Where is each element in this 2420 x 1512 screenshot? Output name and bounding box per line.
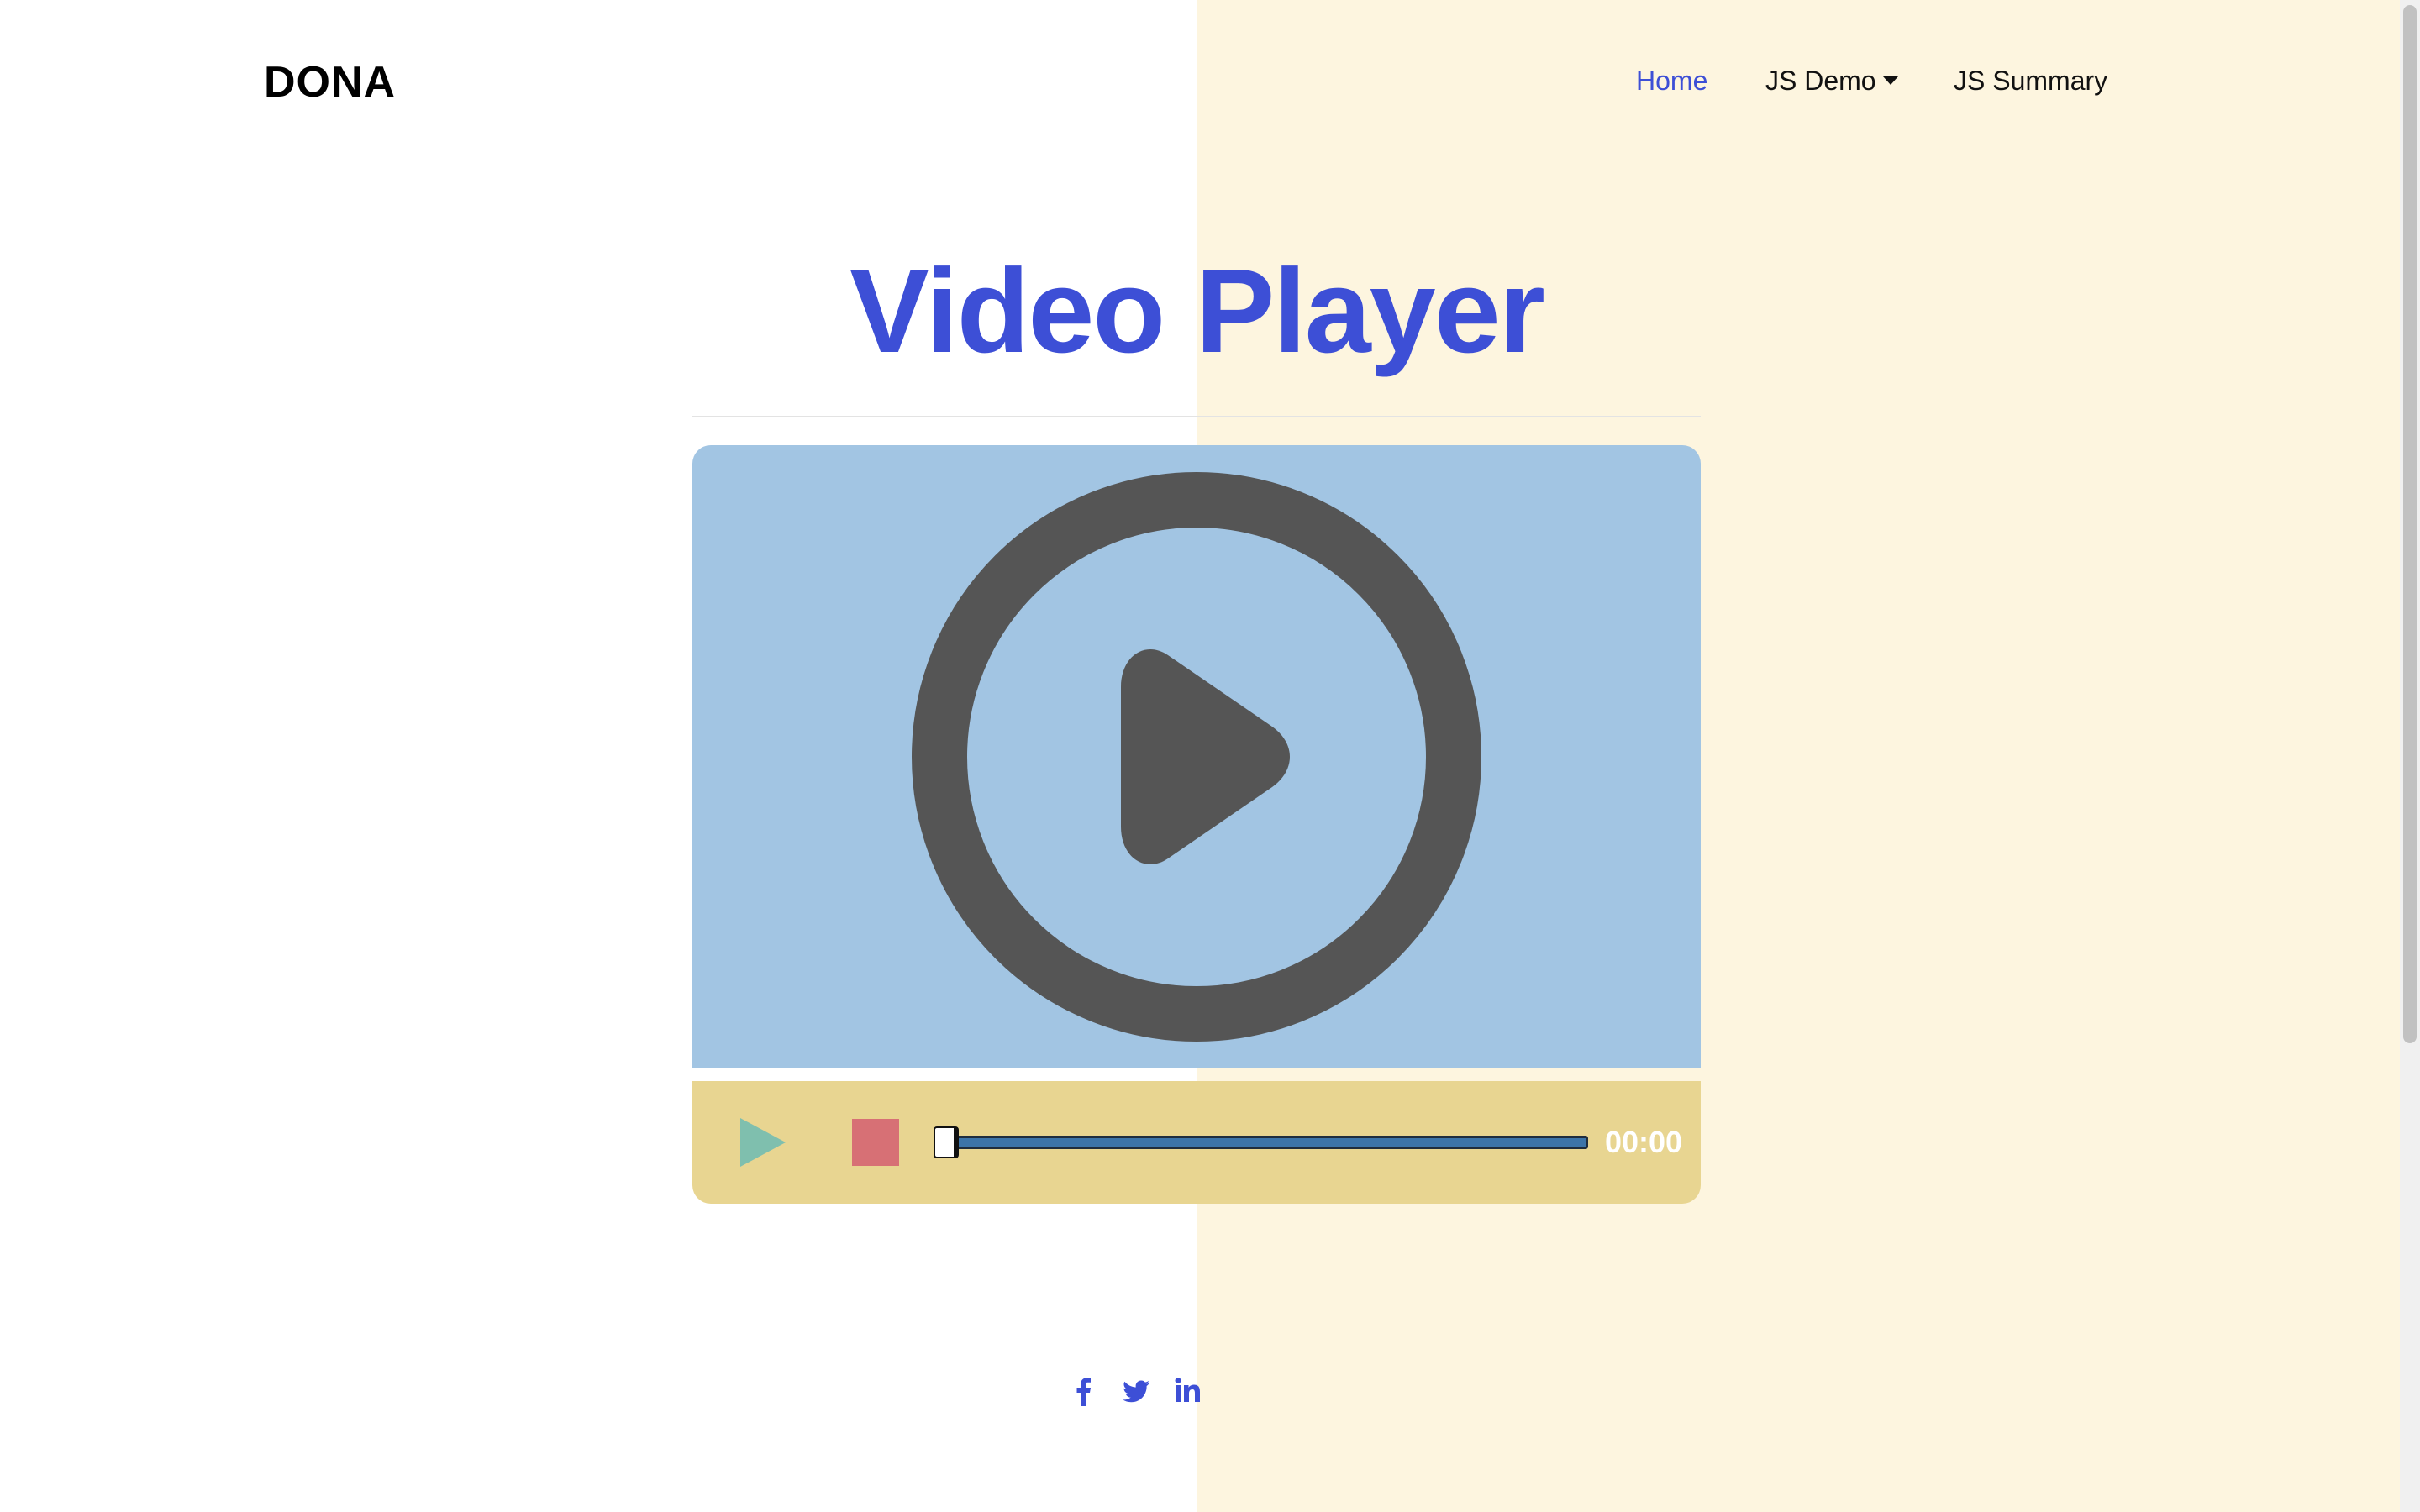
stop-button[interactable] — [852, 1119, 899, 1166]
big-play-circle-icon — [912, 472, 1481, 1042]
progress-handle[interactable] — [934, 1126, 959, 1158]
facebook-link[interactable] — [1067, 1376, 1101, 1406]
brand-logo[interactable]: DONA — [264, 57, 396, 108]
nav-home[interactable]: Home — [1636, 66, 1707, 97]
twitter-link[interactable] — [1119, 1376, 1153, 1406]
page-title: Video Player — [850, 244, 1545, 378]
progress-bar[interactable] — [934, 1126, 1588, 1158]
nav-js-summary[interactable]: JS Summary — [1954, 66, 2107, 97]
title-divider — [692, 416, 1701, 417]
linkedin-icon — [1175, 1378, 1200, 1402]
nav-js-demo-label: JS Demo — [1765, 66, 1876, 96]
scrollbar-thumb[interactable] — [2403, 5, 2417, 1043]
twitter-icon — [1123, 1380, 1150, 1403]
facebook-icon — [1076, 1378, 1091, 1406]
nav-js-demo[interactable]: JS Demo — [1765, 66, 1898, 97]
play-button[interactable] — [740, 1118, 789, 1167]
player-controls: 00:00 — [692, 1081, 1701, 1204]
play-icon — [740, 1118, 786, 1167]
caret-down-icon — [1882, 76, 1898, 85]
video-screen[interactable] — [692, 445, 1701, 1068]
linkedin-link[interactable] — [1172, 1376, 1206, 1406]
time-display: 00:00 — [1605, 1125, 1683, 1159]
